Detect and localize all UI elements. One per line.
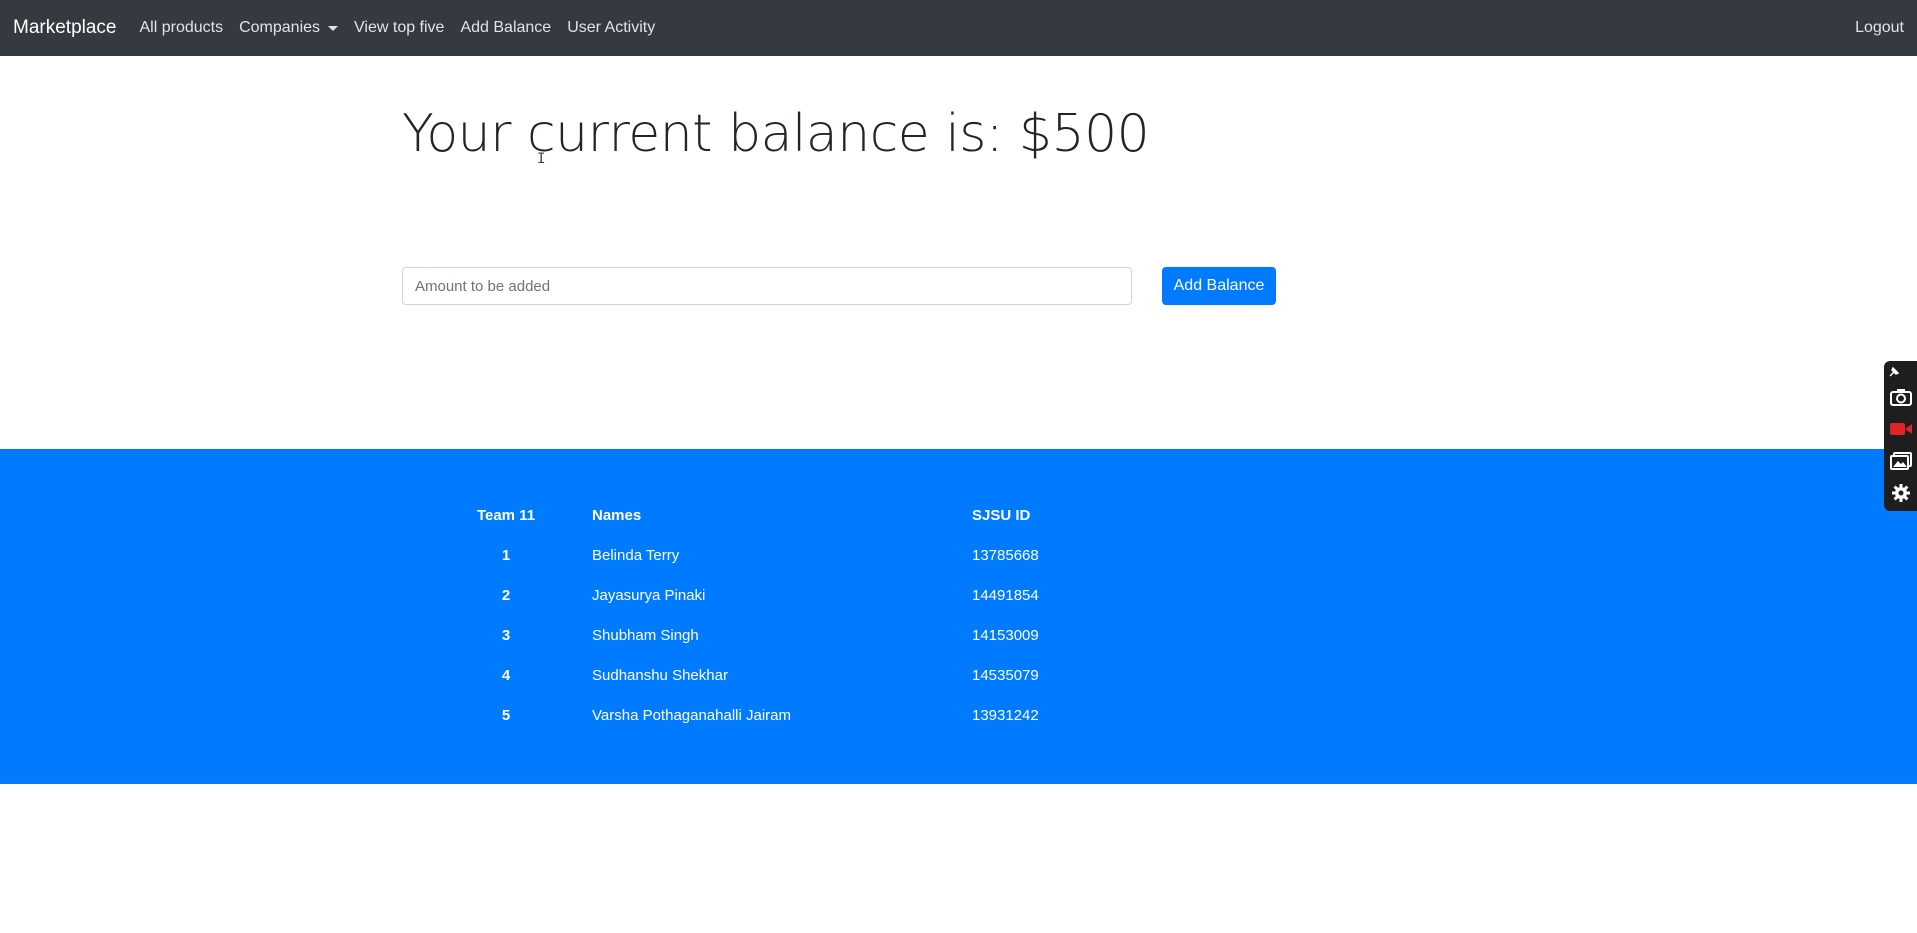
row-name: Jayasurya Pinaki xyxy=(592,586,706,604)
table-row: 4 Sudhanshu Shekhar 14535079 xyxy=(420,655,1172,695)
amount-input[interactable] xyxy=(402,267,1132,305)
table-row: 5 Varsha Pothaganahalli Jairam 13931242 xyxy=(420,695,1172,735)
row-number: 4 xyxy=(501,666,511,684)
logout-link[interactable]: Logout xyxy=(1855,19,1904,37)
table-row: 1 Belinda Terry 13785668 xyxy=(420,535,1172,575)
nav-user-activity[interactable]: User Activity xyxy=(567,19,655,37)
row-name: Belinda Terry xyxy=(592,546,680,564)
team-footer: Team 11 Names SJSU ID 1 Belinda Terry 13… xyxy=(0,449,1917,784)
nav-companies-label: Companies xyxy=(239,19,321,36)
row-name: Sudhanshu Shekhar xyxy=(592,666,728,684)
row-id: 13931242 xyxy=(972,706,1039,724)
row-number: 2 xyxy=(501,586,511,604)
row-id: 14153009 xyxy=(972,626,1039,644)
row-number: 3 xyxy=(501,626,511,644)
chevron-down-icon xyxy=(328,25,339,31)
brand-link[interactable]: Marketplace xyxy=(13,17,117,39)
row-id: 13785668 xyxy=(972,546,1039,564)
camera-icon[interactable] xyxy=(1884,381,1917,413)
row-name: Shubham Singh xyxy=(592,626,699,644)
table-row: 2 Jayasurya Pinaki 14491854 xyxy=(420,575,1172,615)
row-number: 5 xyxy=(501,706,511,724)
header-sjsu-id: SJSU ID xyxy=(972,506,1031,524)
team-table: Team 11 Names SJSU ID 1 Belinda Terry 13… xyxy=(420,495,1172,735)
row-name: Varsha Pothaganahalli Jairam xyxy=(592,706,792,724)
add-balance-button[interactable]: Add Balance xyxy=(1162,267,1276,305)
row-number: 1 xyxy=(501,546,511,564)
settings-gear-icon[interactable] xyxy=(1884,477,1917,509)
capture-toolbar xyxy=(1884,361,1917,511)
top-navbar: Marketplace All products Companies View … xyxy=(0,0,1917,56)
nav-add-balance[interactable]: Add Balance xyxy=(460,19,551,37)
nav-companies-dropdown[interactable]: Companies xyxy=(239,19,339,37)
table-row: 3 Shubham Singh 14153009 xyxy=(420,615,1172,655)
gallery-icon[interactable] xyxy=(1884,445,1917,477)
page-title: Your current balance is: $500 xyxy=(402,104,1150,164)
row-id: 14535079 xyxy=(972,666,1039,684)
pin-icon[interactable] xyxy=(1884,363,1917,381)
nav-view-top-five[interactable]: View top five xyxy=(354,19,444,37)
video-record-icon[interactable] xyxy=(1884,413,1917,445)
table-header-row: Team 11 Names SJSU ID xyxy=(420,495,1172,535)
row-id: 14491854 xyxy=(972,586,1039,604)
header-team: Team 11 xyxy=(476,506,536,524)
nav-all-products[interactable]: All products xyxy=(140,19,224,37)
header-names: Names xyxy=(592,506,642,524)
text-cursor-icon: I xyxy=(537,151,546,167)
